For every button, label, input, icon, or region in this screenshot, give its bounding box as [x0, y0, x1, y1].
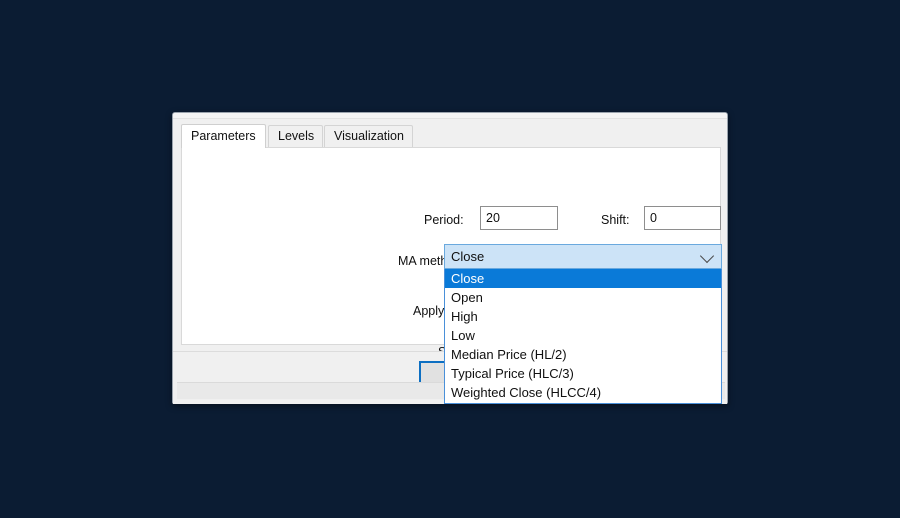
dropdown-option-open[interactable]: Open [445, 288, 721, 307]
dialog-titlebar [173, 113, 727, 119]
shift-label: Shift: [601, 213, 630, 227]
period-label: Period: [424, 213, 464, 227]
dropdown-option-median-price[interactable]: Median Price (HL/2) [445, 345, 721, 364]
dropdown-option-low[interactable]: Low [445, 326, 721, 345]
apply-to-value: Close [451, 249, 485, 264]
dropdown-option-close[interactable]: Close [445, 269, 721, 288]
period-input[interactable]: 20 [480, 206, 558, 230]
tab-visualization-label: Visualization [334, 129, 404, 143]
tab-parameters[interactable]: Parameters [181, 124, 266, 148]
tab-parameters-label: Parameters [191, 129, 256, 143]
apply-to-dropdown-list: Close Open High Low Median Price (HL/2) … [444, 269, 722, 404]
dropdown-option-typical-price[interactable]: Typical Price (HLC/3) [445, 364, 721, 383]
dropdown-option-weighted-close[interactable]: Weighted Close (HLCC/4) [445, 383, 721, 402]
tab-levels-label: Levels [278, 129, 315, 143]
tab-strip: Parameters Levels Visualization [181, 124, 721, 148]
dropdown-option-high[interactable]: High [445, 307, 721, 326]
shift-input[interactable]: 0 [644, 206, 721, 230]
apply-to-select[interactable]: Close [444, 244, 722, 269]
tab-levels[interactable]: Levels [268, 125, 323, 147]
tab-visualization[interactable]: Visualization [324, 125, 413, 147]
